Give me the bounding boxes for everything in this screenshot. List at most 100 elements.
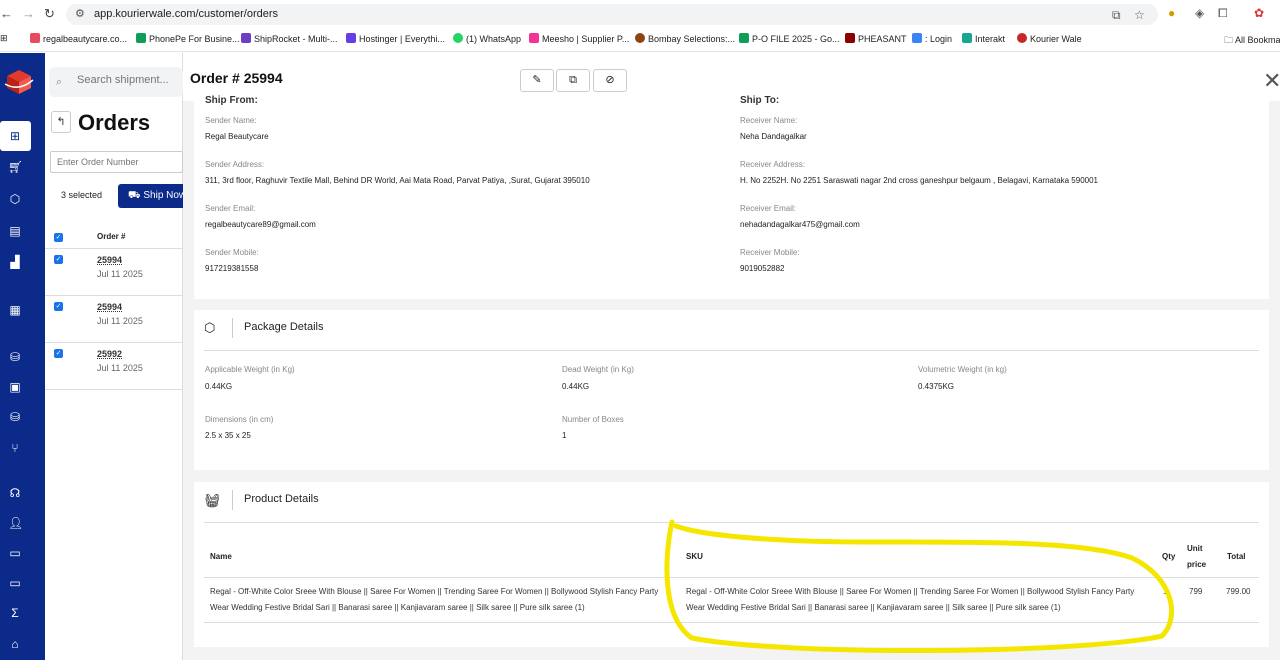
product-sku-line: Wear Wedding Festive Bridal Sari || Bana… (686, 603, 1061, 612)
order-date: Jul 11 2025 (97, 363, 143, 373)
order-number[interactable]: 25994 (97, 255, 122, 265)
order-number[interactable]: 25994 (97, 302, 122, 312)
row-checkbox[interactable]: ✓ (54, 349, 63, 358)
extensions-puzzle-icon[interactable]: ⧠ (1218, 6, 1228, 21)
order-row[interactable]: ✓ 25994 Jul 11 2025 (45, 296, 183, 343)
favicon-icon (241, 33, 251, 43)
package-icon[interactable]: ⬡ (8, 192, 22, 206)
package-box-icon: ⬡ (204, 320, 216, 335)
reload-icon[interactable]: ↻ (44, 6, 55, 22)
order-number-input[interactable] (50, 151, 183, 173)
divider (204, 522, 1259, 523)
bookmark-item[interactable]: : Login (912, 33, 952, 44)
bookmark-item[interactable]: P-O FILE 2025 - Go... (739, 33, 840, 44)
dimensions: 2.5 x 35 x 25 (205, 431, 251, 440)
row-checkbox[interactable]: ✓ (54, 255, 63, 264)
id-card-icon[interactable]: ▭ (8, 546, 22, 560)
bookmark-item[interactable]: Hostinger | Everythi... (346, 33, 445, 44)
forward-arrow-icon[interactable]: → (22, 6, 35, 21)
back-button[interactable]: ↰ (51, 111, 71, 133)
sender-email: regalbeautycare89@gmail.com (205, 220, 316, 229)
database-icon[interactable]: ⛁ (8, 350, 22, 364)
order-row[interactable]: ✓ 25994 Jul 11 2025 (45, 249, 183, 296)
headset-icon[interactable]: ☊ (8, 486, 22, 500)
dashboard-grid-icon[interactable]: ⊞ (8, 129, 22, 143)
address-bar[interactable]: ⚙ app.kourierwale.com/customer/orders ⧉ … (66, 4, 1158, 25)
product-details-title: Product Details (244, 493, 319, 505)
cart-icon[interactable]: 🛒︎ (8, 160, 23, 174)
receiver-mobile-label: Receiver Mobile: (740, 248, 800, 257)
search-input[interactable] (77, 74, 181, 86)
receiver-email-label: Receiver Email: (740, 204, 797, 213)
favicon-icon (962, 33, 972, 43)
install-app-icon[interactable]: ⧉ (1112, 8, 1121, 23)
all-bookmarks-folder[interactable]: 🗀 All Bookma (1224, 33, 1280, 49)
pull-request-icon[interactable]: ⑂ (8, 441, 22, 455)
ban-icon: ⊘ (605, 74, 615, 86)
bank-icon[interactable]: ⌂ (8, 637, 22, 651)
calculator-icon[interactable]: ▣ (8, 380, 22, 394)
close-drawer-button[interactable]: ✕ (1263, 70, 1280, 92)
chart-icon[interactable]: ▟ (8, 255, 22, 269)
clone-order-button[interactable]: ⧉ (556, 69, 590, 92)
bookmark-item[interactable]: Bombay Selections:... (635, 33, 735, 44)
dimensions-label: Dimensions (in cm) (205, 415, 274, 424)
favicon-icon (912, 33, 922, 43)
column-qty: Qty (1162, 552, 1176, 561)
select-all-checkbox[interactable]: ✓ (54, 233, 63, 242)
product-name-line: Wear Wedding Festive Bridal Sari || Bana… (210, 603, 585, 612)
applicable-weight-label: Applicable Weight (in Kg) (205, 365, 295, 374)
bookmark-item[interactable]: regalbeautycare.co... (30, 33, 127, 44)
dead-weight-label: Dead Weight (in Kg) (562, 365, 634, 374)
row-checkbox[interactable]: ✓ (54, 302, 63, 311)
site-info-icon[interactable]: ⚙ (75, 7, 85, 20)
shield-extension-icon[interactable]: ◈ (1195, 6, 1204, 20)
receiver-mobile: 9019052882 (740, 264, 785, 273)
dead-weight: 0.44KG (562, 382, 590, 391)
card-icon[interactable]: ▭ (8, 576, 22, 590)
invoice-icon[interactable]: ▦ (8, 303, 22, 317)
copy-icon: ⧉ (569, 74, 577, 86)
ship-now-button[interactable]: ⛟ Ship Now (118, 184, 183, 208)
profile-icon[interactable]: ✿ (1254, 6, 1264, 20)
product-total: 799.00 (1226, 587, 1251, 596)
favicon-icon (1017, 33, 1027, 43)
receiver-name-label: Receiver Name: (740, 116, 798, 125)
product-sku: Regal - Off-White Color Sreee With Blous… (686, 584, 1134, 616)
bookmark-item[interactable]: (1) WhatsApp (453, 33, 521, 44)
bookmark-item[interactable]: Kourier Wale (1017, 33, 1082, 44)
apps-grid-icon[interactable]: ⊞ (0, 33, 8, 44)
bookmark-item[interactable]: ShipRocket - Multi-... (241, 33, 338, 44)
edit-file-icon: ✎ (532, 74, 542, 86)
storage-icon[interactable]: ⛁ (8, 410, 22, 424)
cancel-order-button[interactable]: ⊘ (593, 69, 627, 92)
column-total: Total (1227, 552, 1246, 561)
bookmark-item[interactable]: Interakt (962, 33, 1005, 44)
column-unit-price: Unit (1187, 544, 1203, 553)
product-name: Regal - Off-White Color Sreee With Blous… (210, 584, 658, 616)
document-icon[interactable]: ▤ (8, 224, 22, 238)
bookmark-item[interactable]: PhonePe For Busine... (136, 33, 240, 44)
favicon-icon (136, 33, 146, 43)
sigma-icon[interactable]: Σ (8, 606, 22, 620)
ship-from-heading: Ship From: (205, 95, 258, 106)
back-arrow-icon[interactable]: ← (0, 6, 13, 21)
extension-icon[interactable]: ● (1168, 6, 1175, 20)
bookmark-star-icon[interactable]: ☆ (1134, 8, 1145, 22)
edit-order-button[interactable]: ✎ (520, 69, 554, 92)
bookmark-item[interactable]: PHEASANT (845, 33, 907, 44)
divider (204, 622, 1259, 623)
folder-icon: 🗀 (1224, 35, 1236, 45)
orders-list-header: ✓ Order # (45, 225, 183, 249)
order-number[interactable]: 25992 (97, 349, 122, 359)
search-box[interactable]: ⌕ (49, 67, 183, 97)
search-icon: ⌕ (56, 76, 63, 88)
user-icon[interactable]: 👤︎ (8, 516, 23, 530)
bookmark-item[interactable]: Meesho | Supplier P... (529, 33, 629, 44)
favicon-icon (635, 33, 645, 43)
favicon-icon (739, 33, 749, 43)
orders-panel: ⌕ ↰ Orders 3 selected ⛟ Ship Now ✓ Order… (45, 53, 183, 660)
volumetric-weight: 0.4375KG (918, 382, 955, 391)
product-name-line: Regal - Off-White Color Sreee With Blous… (210, 587, 659, 596)
order-row[interactable]: ✓ 25992 Jul 11 2025 (45, 343, 183, 390)
